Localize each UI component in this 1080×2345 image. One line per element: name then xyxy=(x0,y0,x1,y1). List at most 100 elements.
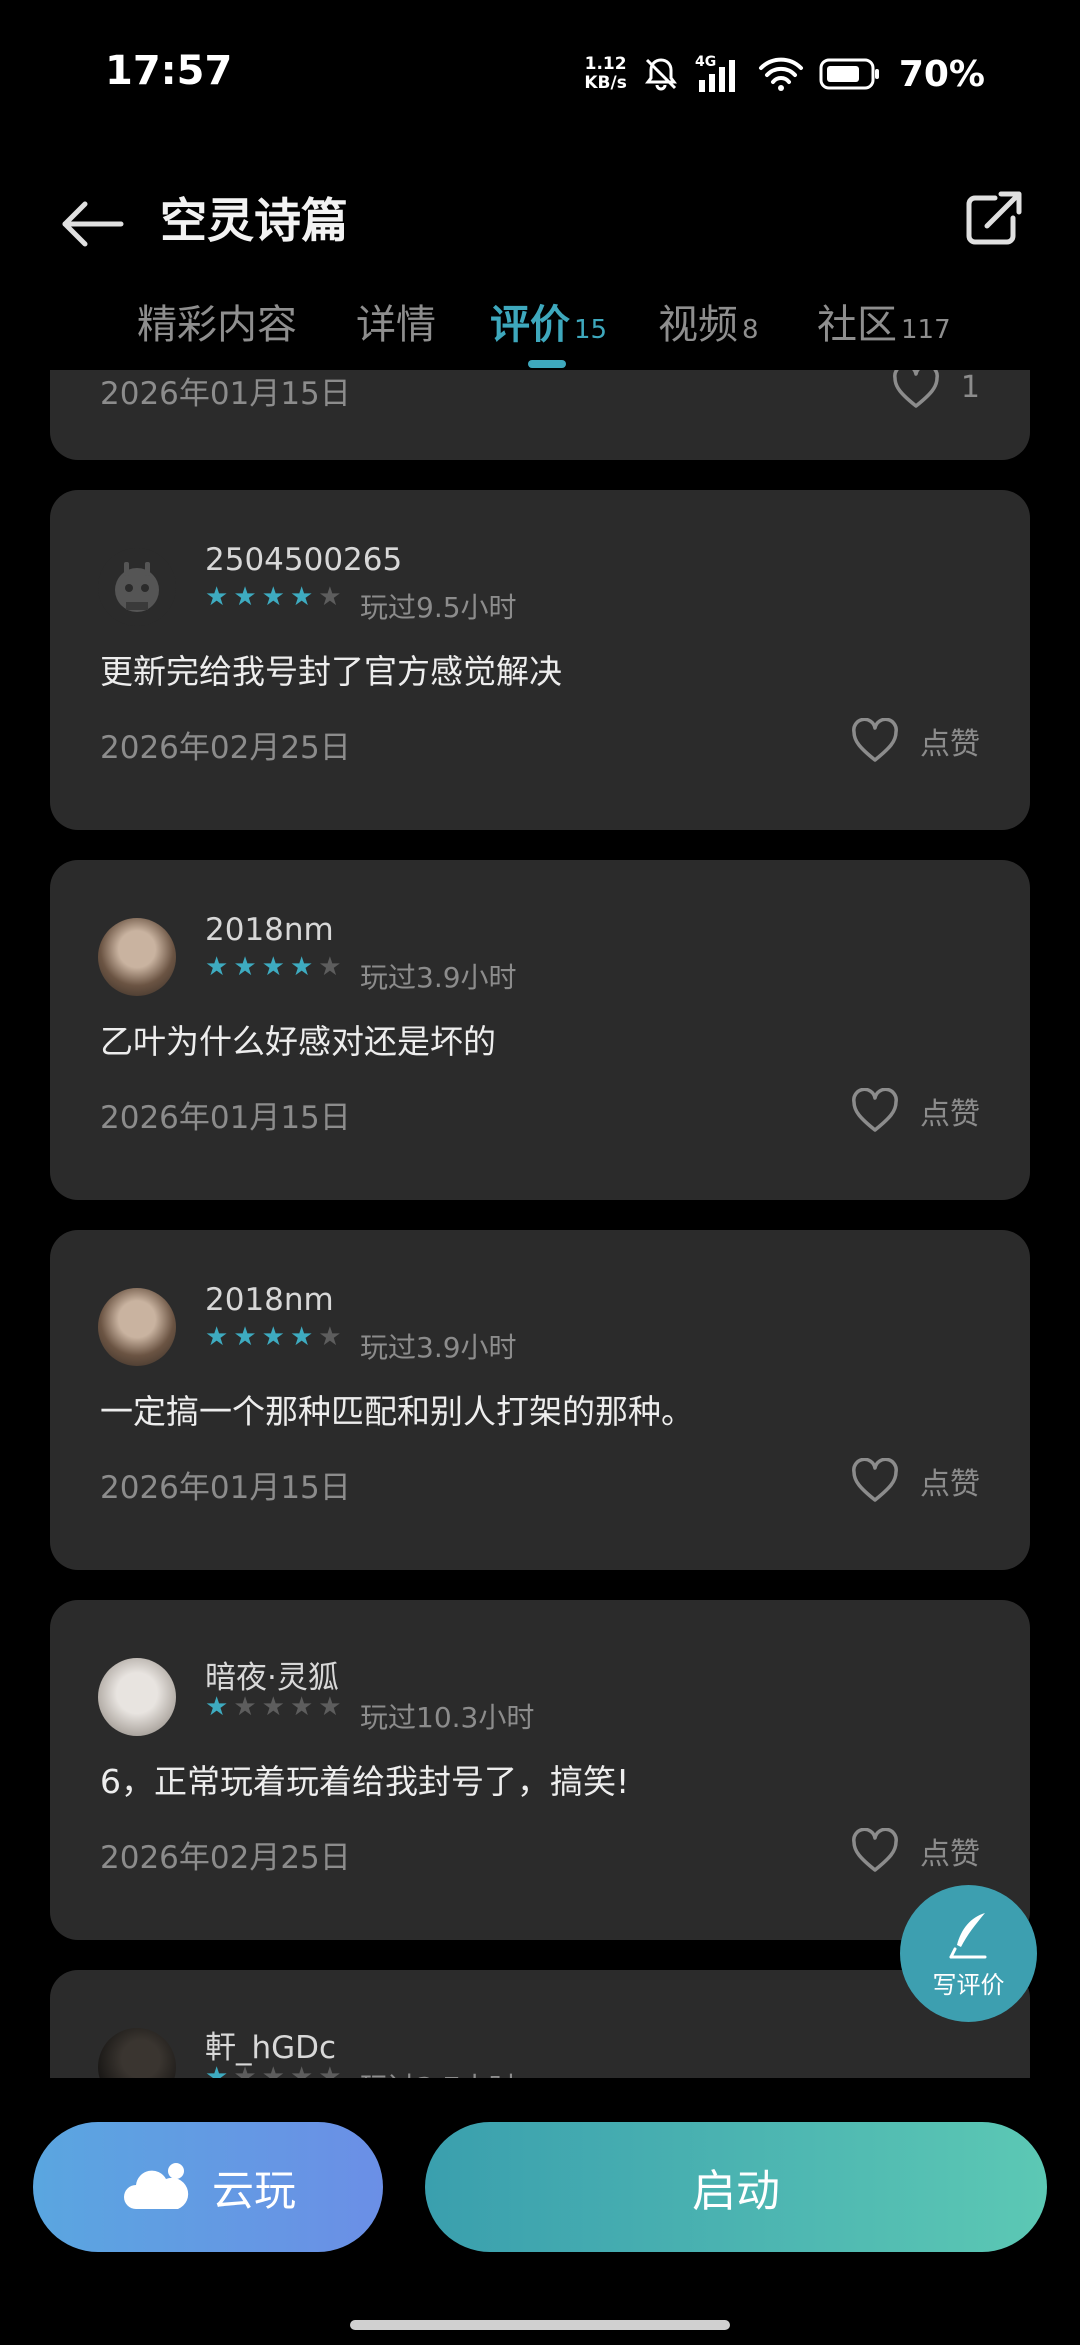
status-time: 17:57 xyxy=(105,48,233,94)
cellular-signal-icon: 4G xyxy=(695,54,735,92)
avatar[interactable] xyxy=(98,1288,176,1366)
bottom-action-bar: 云玩 启动 xyxy=(0,2080,1080,2345)
launch-button[interactable]: 启动 xyxy=(425,2122,1047,2252)
battery-percent: 70% xyxy=(898,53,985,95)
avatar[interactable] xyxy=(98,1658,176,1736)
star-icon: ★ xyxy=(261,1692,285,1722)
like-button[interactable]: 点赞 xyxy=(850,1458,980,1504)
tab-highlights[interactable]: 精彩内容 xyxy=(137,292,297,350)
like-label: 点赞 xyxy=(920,1097,980,1132)
wifi-icon xyxy=(758,57,803,91)
review-card: 暗夜·灵狐 ★ ★ ★ ★ ★ 玩过10.3小时 6，正常玩着玩着给我封号了，搞笑! 2… xyxy=(50,1600,1030,1940)
star-icon: ★ xyxy=(318,952,342,982)
review-card: 2026年01月15日 1 xyxy=(50,370,1030,460)
star-icon: ★ xyxy=(261,582,285,612)
back-button[interactable] xyxy=(55,180,130,255)
share-external-icon xyxy=(966,191,1022,245)
star-icon: ★ xyxy=(261,952,285,982)
avatar[interactable] xyxy=(98,548,176,626)
tab-label: 评价 xyxy=(490,302,570,348)
review-date: 2026年01月15日 xyxy=(100,1470,351,1506)
avatar[interactable] xyxy=(98,918,176,996)
star-icon: ★ xyxy=(233,582,257,612)
review-card: 2504500265 ★ ★ ★ ★ ★ 玩过9.5小时 更新完给我号封了官方感觉解决 … xyxy=(50,490,1030,830)
star-icon: ★ xyxy=(318,1692,342,1722)
cloud-icon xyxy=(123,2163,189,2209)
home-indicator[interactable] xyxy=(350,2320,730,2330)
avatar[interactable] xyxy=(98,2028,176,2078)
like-button[interactable]: 点赞 xyxy=(850,1828,980,1874)
tab-label: 视频 xyxy=(658,302,738,348)
star-icon: ★ xyxy=(205,1692,229,1722)
like-button[interactable]: 1 xyxy=(891,370,980,410)
review-list[interactable]: 2026年01月15日 1 2504500265 ★ ★ ★ ★ ★ 玩过9.5… xyxy=(0,370,1080,2078)
like-label: 点赞 xyxy=(920,727,980,762)
review-text[interactable]: 6，正常玩着玩着给我封号了，搞笑! xyxy=(100,1755,629,1803)
star-icon: ★ xyxy=(261,1322,285,1352)
like-label: 点赞 xyxy=(920,1467,980,1502)
star-icon: ★ xyxy=(318,582,342,612)
star-icon: ★ xyxy=(205,1322,229,1352)
quill-pen-icon xyxy=(949,1913,986,1959)
review-card: 軒_hGDc ★★★★★ 玩过3.7小时 xyxy=(50,1970,1030,2078)
review-date: 2026年02月25日 xyxy=(100,1840,351,1876)
like-count: 1 xyxy=(960,370,980,405)
username[interactable]: 暗夜·灵狐 xyxy=(205,1652,339,1697)
review-card: 2018nm ★ ★ ★ ★ ★ 玩过3.9小时 一定搞一个那种匹配和别人打架的那种。 … xyxy=(50,1230,1030,1570)
review-date: 2026年01月15日 xyxy=(100,376,351,412)
star-icon: ★ xyxy=(289,952,314,982)
star-rating: ★ ★ ★ ★ ★ xyxy=(205,584,342,610)
playtime: 玩过3.9小时 xyxy=(360,1331,517,1364)
heart-icon xyxy=(892,370,939,408)
screen: 17:57 1.12 KB/s 4G 70% 空灵诗篇 精彩内容 详情 评价 1… xyxy=(0,0,1080,2345)
arrow-left-icon xyxy=(62,201,124,247)
star-icon: ★ xyxy=(233,952,257,982)
mute-bell-icon xyxy=(644,58,677,91)
username[interactable]: 2018nm xyxy=(205,1282,334,1318)
playtime: 玩过3.7小时 xyxy=(360,2066,517,2078)
tab-community[interactable]: 社区 117 xyxy=(817,292,951,350)
playtime: 玩过10.3小时 xyxy=(360,1701,535,1734)
tab-label: 社区 xyxy=(817,302,897,348)
cloud-play-button[interactable]: 云玩 xyxy=(33,2122,383,2252)
star-icon: ★ xyxy=(289,1692,314,1722)
playtime: 玩过9.5小时 xyxy=(360,591,517,624)
write-review-label: 写评价 xyxy=(932,1971,1005,1999)
net-speed: 1.12 KB/s xyxy=(584,55,626,93)
review-text[interactable]: 乙叶为什么好感对还是坏的 xyxy=(100,1015,496,1063)
tab-reviews[interactable]: 评价 15 xyxy=(490,292,607,350)
like-button[interactable]: 点赞 xyxy=(850,1088,980,1134)
star-icon: ★ xyxy=(289,2062,314,2078)
star-rating: ★ ★ ★ ★ ★ xyxy=(205,2064,342,2078)
app-header: 空灵诗篇 xyxy=(0,170,1080,260)
write-review-button[interactable]: 写评价 xyxy=(900,1885,1037,2022)
heart-icon xyxy=(852,1088,898,1132)
heart-icon xyxy=(852,718,898,762)
star-icon: ★ xyxy=(233,1322,257,1352)
net-speed-value: 1.12 xyxy=(584,54,627,74)
star-rating: ★ ★ ★ ★ ★ xyxy=(205,1324,342,1350)
default-avatar-icon xyxy=(115,562,159,612)
battery-icon xyxy=(819,58,879,90)
like-button[interactable]: 点赞 xyxy=(850,718,980,764)
tab-label: 精彩内容 xyxy=(137,302,297,348)
tab-details[interactable]: 详情 xyxy=(356,292,436,350)
network-type: 4G xyxy=(695,54,716,70)
like-label: 点赞 xyxy=(920,1837,980,1872)
star-icon: ★ xyxy=(205,582,229,612)
star-rating: ★ ★ ★ ★ ★ xyxy=(205,954,342,980)
review-date: 2026年02月25日 xyxy=(100,730,351,766)
username[interactable]: 2504500265 xyxy=(205,542,402,578)
username[interactable]: 軒_hGDc xyxy=(205,2022,336,2067)
cloud-play-label: 云玩 xyxy=(211,2165,296,2215)
heart-icon xyxy=(852,1828,898,1872)
share-button[interactable] xyxy=(955,180,1030,255)
tab-videos[interactable]: 视频 8 xyxy=(658,292,759,350)
review-text[interactable]: 更新完给我号封了官方感觉解决 xyxy=(100,645,562,693)
star-icon: ★ xyxy=(205,952,229,982)
star-icon: ★ xyxy=(233,1692,257,1722)
star-icon: ★ xyxy=(261,2062,285,2078)
review-text[interactable]: 一定搞一个那种匹配和别人打架的那种。 xyxy=(100,1385,694,1433)
star-icon: ★ xyxy=(318,2062,342,2078)
username[interactable]: 2018nm xyxy=(205,912,334,948)
